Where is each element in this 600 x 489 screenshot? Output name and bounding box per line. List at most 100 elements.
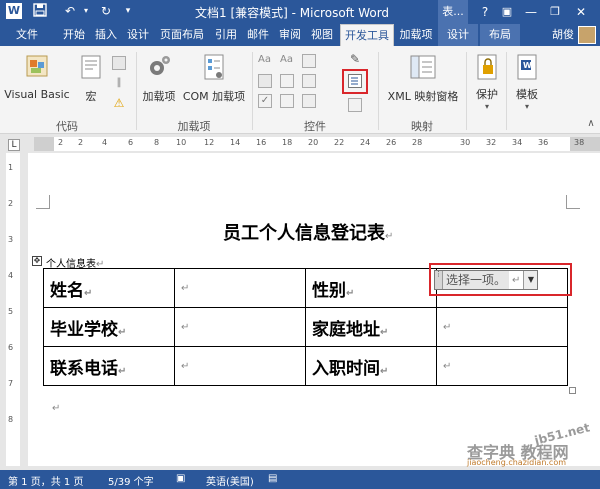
table-cell[interactable]: ↵ (436, 307, 568, 347)
tab-insert[interactable]: 插入 (92, 24, 120, 46)
tab-table-layout[interactable]: 布局 (480, 24, 520, 46)
ribbon-separator (378, 52, 379, 130)
table-move-handle[interactable]: ✥ (32, 256, 42, 266)
table-cell[interactable]: ↵ (174, 346, 306, 386)
table-cell[interactable]: 毕业学校↵ (43, 307, 175, 347)
ruler-tick: 1 (8, 163, 14, 172)
tab-file[interactable]: 文件 (0, 24, 54, 46)
tab-stop-selector[interactable]: L (8, 139, 20, 151)
ruler-tick: 4 (8, 271, 14, 280)
ruler-tick: 7 (8, 379, 14, 388)
minimize-button[interactable]: — (520, 2, 542, 22)
table-cell[interactable]: ↵ (436, 346, 568, 386)
proofing-icon[interactable]: ▣ (176, 473, 185, 484)
ribbon-display-options-icon[interactable]: ▣ (496, 2, 518, 22)
protect-button[interactable]: 保护 ▾ (470, 52, 504, 111)
building-block-gallery-icon[interactable] (280, 74, 294, 88)
tab-view[interactable]: 视图 (308, 24, 336, 46)
pause-recording-icon[interactable]: ‖ (112, 76, 126, 90)
tab-developer[interactable]: 开发工具 (340, 24, 394, 47)
document-page[interactable]: 员工个人信息登记表↵ ✥ 个人信息表↵ 姓名↵ ↵ 性别↵ 毕业学校↵ ↵ 家庭… (28, 153, 600, 466)
tab-mailings[interactable]: 邮件 (244, 24, 272, 46)
tab-references[interactable]: 引用 (212, 24, 240, 46)
table-tools-context-title: 表... (438, 0, 468, 24)
user-name[interactable]: 胡俊 (552, 26, 574, 44)
undo-icon[interactable]: ↶ (62, 3, 78, 19)
table-cell[interactable]: 联系电话↵ (43, 346, 175, 386)
table-row: 联系电话↵ ↵ 入职时间↵ ↵ (43, 346, 568, 386)
group-icon[interactable] (302, 94, 316, 108)
group-label-code: 代码 (56, 120, 78, 133)
ruler-tick: 38 (574, 138, 585, 147)
redo-icon[interactable]: ↻ (98, 3, 114, 19)
title-bar: W ↶ ▾ ↻ ▾ 文档1 [兼容模式] - Microsoft Word 表.… (0, 0, 600, 24)
date-picker-content-control-icon[interactable] (280, 94, 294, 108)
tab-table-design[interactable]: 设计 (438, 24, 478, 46)
templates-button[interactable]: W 模板 ▾ (510, 52, 544, 111)
picture-content-control-icon[interactable] (258, 74, 272, 88)
macro-recording-icon[interactable]: ▤ (268, 473, 277, 484)
rich-text-content-control-icon[interactable]: Aa (258, 54, 272, 68)
ruler-tick: 2 (78, 138, 84, 147)
tab-design[interactable]: 设计 (124, 24, 152, 46)
collapse-ribbon-icon[interactable]: ∧ (584, 118, 598, 132)
table-cell[interactable]: 入职时间↵ (305, 346, 437, 386)
table-cell[interactable]: 性别↵ (305, 268, 437, 308)
ruler-tick: 2 (58, 138, 64, 147)
macros-button[interactable]: 宏 (76, 52, 106, 104)
ribbon-developer: Visual Basic 宏 ‖ ⚠ 代码 加载项 COM 加载项 加载项 Aa… (0, 46, 600, 134)
xml-expansion-icon[interactable]: ✎ (348, 52, 362, 66)
record-macro-icon[interactable] (112, 56, 126, 70)
undo-dropdown-icon[interactable]: ▾ (78, 3, 94, 19)
help-button[interactable]: ? (474, 2, 496, 22)
chevron-down-icon: ▾ (484, 102, 489, 111)
ruler-tick: 6 (128, 138, 134, 147)
ribbon-tabs: 文件 开始 插入 设计 页面布局 引用 邮件 审阅 视图 开发工具 加载项 设计… (0, 24, 600, 47)
properties-icon[interactable] (302, 74, 316, 88)
watermark-url: jiaocheng.chazidian.com (467, 458, 567, 467)
ribbon-separator (466, 52, 467, 130)
plain-text-content-control-icon[interactable]: Aa (280, 54, 294, 68)
ruler-tick: 5 (8, 307, 14, 316)
table-cell[interactable]: ↵ (174, 307, 306, 347)
highlight-content-control (429, 263, 572, 296)
save-icon[interactable] (32, 3, 48, 19)
ruler-tick: 14 (230, 138, 241, 147)
ruler-tick: 36 (538, 138, 549, 147)
language[interactable]: 英语(美国) (206, 473, 254, 488)
legacy-tools-icon[interactable] (348, 98, 362, 112)
visual-basic-button[interactable]: Visual Basic (4, 52, 70, 101)
tab-review[interactable]: 审阅 (276, 24, 304, 46)
table-resize-handle[interactable] (569, 387, 576, 394)
group-label-addins: 加载项 (177, 120, 211, 133)
ruler-tick: 4 (102, 138, 108, 147)
customize-quick-access-icon[interactable]: ▾ (120, 3, 136, 19)
close-button[interactable]: ✕ (570, 2, 592, 22)
ruler-tick: 26 (386, 138, 397, 147)
com-addins-button[interactable]: COM 加载项 (182, 52, 246, 104)
table-cell[interactable]: 姓名↵ (43, 268, 175, 308)
ruler-tick: 34 (512, 138, 523, 147)
word-count[interactable]: 5/39 个字 (108, 473, 154, 488)
tab-home[interactable]: 开始 (60, 24, 88, 46)
avatar[interactable] (578, 26, 596, 44)
ruler-tick: 2 (8, 199, 14, 208)
document-template-icon: W (517, 54, 537, 80)
horizontal-ruler[interactable]: 2 2 4 6 8 10 12 14 16 18 20 22 24 26 28 … (34, 137, 600, 151)
design-mode-icon[interactable] (302, 54, 316, 68)
vertical-ruler[interactable]: 1 2 3 4 5 6 7 8 (6, 153, 20, 466)
group-label-controls: 控件 (304, 120, 326, 133)
addins-button[interactable]: 加载项 (140, 52, 178, 104)
tab-page-layout[interactable]: 页面布局 (156, 24, 208, 46)
page-count[interactable]: 第 1 页，共 1 页 (8, 473, 83, 488)
gear-icon (150, 56, 170, 75)
table-cell[interactable]: ↵ (174, 268, 306, 308)
checkbox-content-control-icon[interactable]: ✓ (258, 94, 272, 108)
tab-addins[interactable]: 加载项 (396, 24, 436, 46)
restore-button[interactable]: ❐ (544, 2, 566, 22)
ruler-tick: 22 (334, 138, 345, 147)
table-cell[interactable]: 家庭地址↵ (305, 307, 437, 347)
ribbon-separator (506, 52, 507, 130)
xml-mapping-pane-button[interactable]: XML 映射窗格 (382, 52, 464, 104)
macro-security-icon[interactable]: ⚠ (112, 96, 126, 110)
